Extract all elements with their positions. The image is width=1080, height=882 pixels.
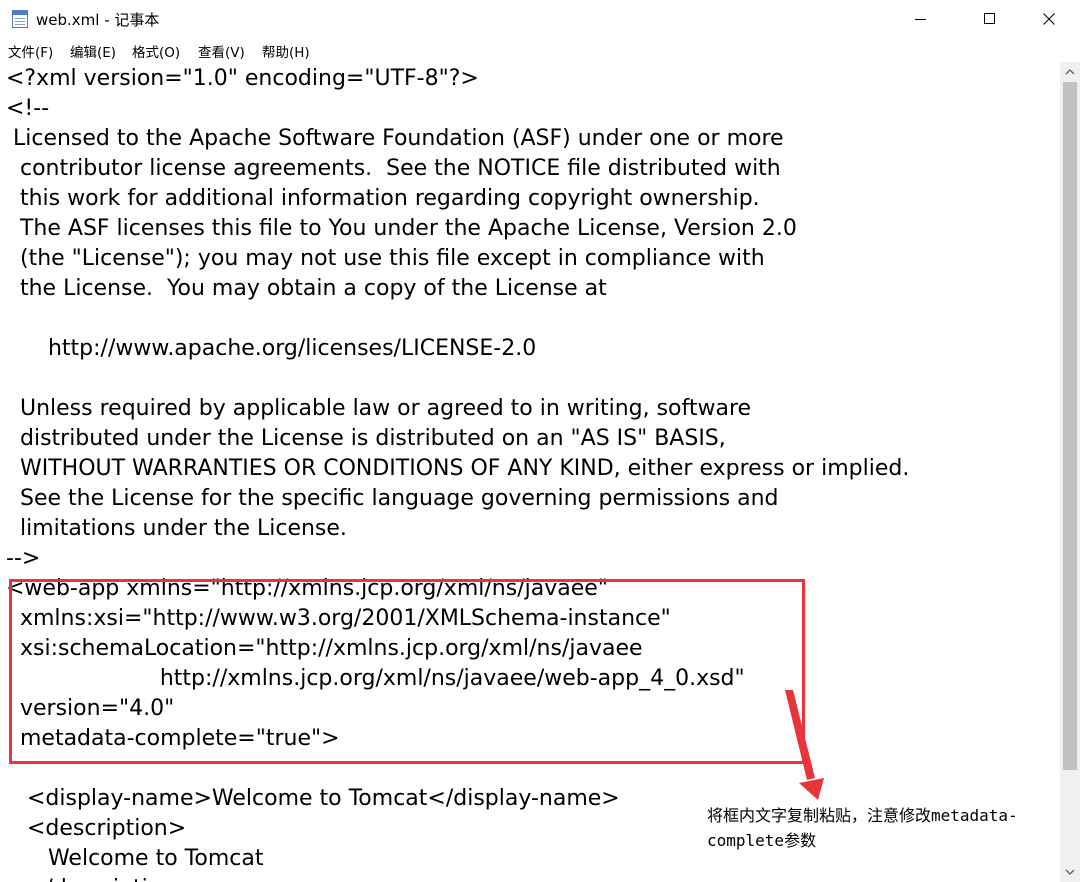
vertical-scrollbar[interactable]: [1060, 62, 1080, 882]
maximize-button[interactable]: [967, 0, 1013, 38]
scroll-up-button[interactable]: [1060, 62, 1080, 82]
editor-line: Welcome to Tomcat: [6, 846, 264, 871]
notepad-icon: [12, 10, 28, 28]
editor-line: Unless required by applicable law or agr…: [6, 396, 752, 421]
editor-line: <!--: [6, 96, 50, 121]
editor-line: <display-name>Welcome to Tomcat</display…: [6, 786, 620, 811]
editor-line: this work for additional information reg…: [6, 186, 760, 211]
scrollbar-thumb[interactable]: [1063, 82, 1077, 770]
highlight-box: [9, 579, 805, 764]
editor-line: distributed under the License is distrib…: [6, 426, 726, 451]
close-icon: [1043, 13, 1055, 25]
menu-help[interactable]: 帮助(H): [262, 41, 310, 61]
editor-line: The ASF licenses this file to You under …: [6, 216, 797, 241]
scroll-down-button[interactable]: [1060, 862, 1080, 882]
menu-file[interactable]: 文件(F): [8, 41, 53, 61]
menu-format[interactable]: 格式(O): [132, 41, 180, 61]
editor-line: the License. You may obtain a copy of th…: [6, 276, 607, 301]
editor-line: http://www.apache.org/licenses/LICENSE-2…: [6, 336, 537, 361]
menu-edit[interactable]: 编辑(E): [70, 41, 116, 61]
title-bar[interactable]: web.xml - 记事本: [0, 0, 1080, 39]
editor-line: -->: [6, 546, 41, 571]
editor-line: Licensed to the Apache Software Foundati…: [6, 126, 784, 151]
editor-line: WITHOUT WARRANTIES OR CONDITIONS OF ANY …: [6, 456, 910, 481]
editor-line: See the License for the specific languag…: [6, 486, 779, 511]
editor-line: (the "License"); you may not use this fi…: [6, 246, 765, 271]
window-title: web.xml - 记事本: [36, 11, 160, 29]
minimize-button[interactable]: [898, 0, 944, 38]
editor-line: <?xml version="1.0" encoding="UTF-8"?>: [6, 66, 479, 91]
editor-line: </description>: [6, 874, 194, 882]
editor-line: limitations under the License.: [6, 516, 347, 541]
minimize-icon: [915, 19, 926, 20]
editor-line: <description>: [6, 816, 187, 841]
close-button[interactable]: [1026, 0, 1072, 38]
chevron-down-icon: [1065, 869, 1075, 875]
maximize-icon: [984, 13, 995, 24]
menu-view[interactable]: 查看(V): [198, 41, 245, 61]
annotation-note: 将框内文字复制粘贴，注意修改metadata-complete参数: [707, 806, 1018, 850]
editor-line: contributor license agreements. See the …: [6, 156, 781, 181]
menu-bar: 文件(F) 编辑(E) 格式(O) 查看(V) 帮助(H): [0, 38, 1080, 62]
chevron-up-icon: [1065, 69, 1075, 75]
